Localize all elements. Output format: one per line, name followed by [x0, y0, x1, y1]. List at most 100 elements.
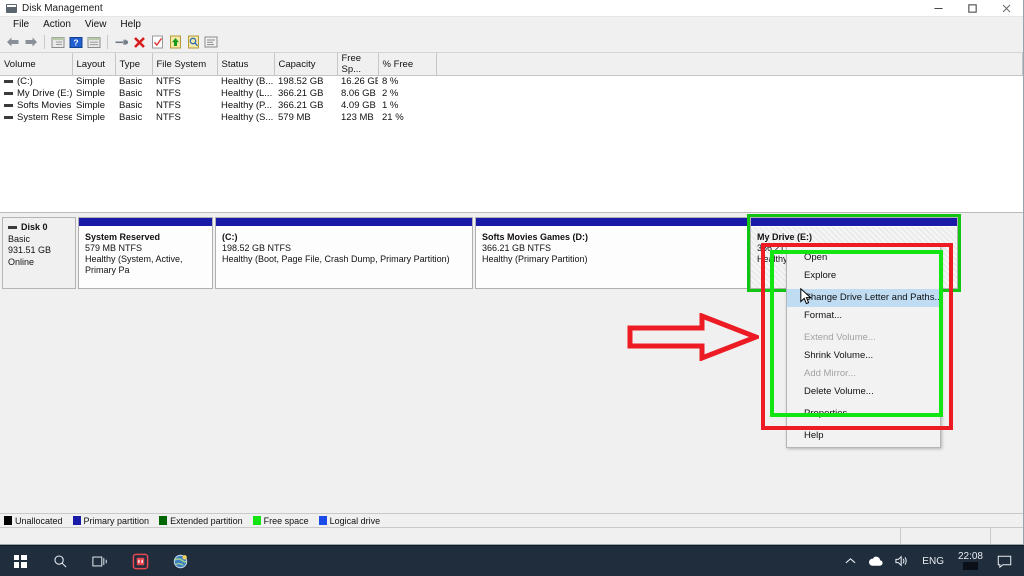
- cell-type: Basic: [119, 100, 143, 111]
- menu-file[interactable]: File: [6, 17, 36, 32]
- show-pane-icon[interactable]: [49, 33, 67, 51]
- legend-label: Free space: [263, 515, 309, 526]
- partition-name: System Reserved: [85, 232, 161, 242]
- language-indicator[interactable]: ENG: [916, 546, 950, 576]
- forward-arrow-icon[interactable]: [22, 33, 40, 51]
- legend-bar: Unallocated Primary partition Extended par…: [0, 513, 1023, 527]
- volume-icon: [4, 80, 13, 84]
- task-view-icon[interactable]: [80, 546, 120, 576]
- status-panel-3: [991, 528, 1023, 544]
- cell-status: Healthy (B...: [221, 76, 274, 88]
- menu-item-properties[interactable]: Properties: [787, 405, 940, 423]
- cell-pct: 8 %: [382, 76, 399, 88]
- globe-app-icon[interactable]: [160, 546, 200, 576]
- column-header-layout[interactable]: Layout: [72, 53, 116, 76]
- cell-pct: 1 %: [382, 100, 399, 111]
- red-app-icon[interactable]: [120, 546, 160, 576]
- column-header-status[interactable]: Status: [217, 53, 275, 76]
- delete-red-x-icon[interactable]: [130, 33, 148, 51]
- menu-view[interactable]: View: [78, 17, 114, 32]
- disk-info-panel[interactable]: Disk 0 Basic 931.51 GB Online: [2, 217, 76, 289]
- wrench-icon[interactable]: [112, 33, 130, 51]
- close-button[interactable]: [989, 0, 1023, 17]
- clock[interactable]: 22:08: [950, 546, 991, 576]
- cell-filler: [436, 88, 1023, 100]
- cell-layout: Simple: [76, 76, 106, 88]
- toolbar-separator: [107, 35, 108, 49]
- search-icon[interactable]: [40, 546, 80, 576]
- cell-fs: NTFS: [156, 88, 181, 99]
- status-bar: [0, 527, 1023, 544]
- legend-item: Primary partition: [72, 516, 149, 526]
- window-titlebar: Disk Management: [0, 0, 1023, 17]
- minimize-button[interactable]: [921, 0, 955, 17]
- partition-body: Softs Movies Games (D:) 366.21 GB NTFS Hea…: [476, 227, 747, 288]
- menu-item-open[interactable]: Open: [787, 249, 940, 267]
- volume-icon[interactable]: [889, 546, 916, 576]
- search-document-icon[interactable]: [184, 33, 202, 51]
- cell-filler: [436, 112, 1023, 124]
- volume-table: Volume Layout Type File System Status Ca…: [0, 53, 1023, 124]
- volume-name: (C:): [17, 76, 33, 88]
- toolbar-separator: [44, 35, 45, 49]
- legend-item: Unallocated: [4, 516, 63, 526]
- column-header-capacity[interactable]: Capacity: [274, 53, 338, 76]
- disk-icon: [8, 226, 17, 230]
- legend-label: Logical drive: [329, 515, 381, 526]
- cell-pct: 2 %: [382, 88, 399, 99]
- cell-filler: [436, 76, 1023, 88]
- partition-2[interactable]: Softs Movies Games (D:) 366.21 GB NTFS Hea…: [475, 217, 748, 289]
- column-header-type[interactable]: Type: [115, 53, 153, 76]
- column-header-percent-free[interactable]: % Free: [378, 53, 437, 76]
- properties-icon[interactable]: [202, 33, 220, 51]
- volume-table-header-row: Volume Layout Type File System Status Ca…: [0, 53, 1023, 76]
- volume-icon: [4, 104, 13, 107]
- cell-volume: System Reserved: [0, 112, 72, 124]
- maximize-button[interactable]: [955, 0, 989, 17]
- legend-swatch: [252, 516, 261, 525]
- check-document-icon[interactable]: [148, 33, 166, 51]
- partition-status: Healthy (Primary Partition): [482, 254, 588, 264]
- toolbar: ?: [0, 32, 1023, 53]
- table-row[interactable]: Softs Movies Gam... Simple Basic NTFS Health…: [0, 100, 1023, 112]
- green-up-arrow-icon[interactable]: [166, 33, 184, 51]
- show-hidden-icons-chevron[interactable]: [839, 546, 862, 576]
- menu-action[interactable]: Action: [36, 17, 78, 32]
- cell-fs: NTFS: [156, 112, 181, 123]
- menu-item-format[interactable]: Format...: [787, 307, 940, 325]
- menu-item-explore[interactable]: Explore: [787, 267, 940, 285]
- partition-1[interactable]: (C:) 198.52 GB NTFS Healthy (Boot, Page Fi…: [215, 217, 473, 289]
- mouse-cursor: [800, 288, 812, 305]
- partition-0[interactable]: System Reserved 579 MB NTFS Healthy (Syste…: [78, 217, 213, 289]
- help-icon[interactable]: ?: [67, 33, 85, 51]
- column-header-free-space[interactable]: Free Sp...: [337, 53, 379, 76]
- menu-item-delete-volume[interactable]: Delete Volume...: [787, 383, 940, 401]
- legend-label: Extended partition: [170, 515, 243, 526]
- cell-capacity: 366.21 GB: [278, 88, 324, 99]
- onedrive-icon[interactable]: [862, 546, 889, 576]
- column-header-volume[interactable]: Volume: [0, 53, 73, 76]
- cell-free: 123 MB: [341, 112, 374, 123]
- partition-color-band: [79, 218, 212, 227]
- volume-context-menu[interactable]: Open Explore Change Drive Letter and Paths…: [786, 246, 942, 448]
- action-center-icon[interactable]: [991, 546, 1018, 576]
- column-header-file-system[interactable]: File System: [152, 53, 218, 76]
- legend-item: Free space: [252, 515, 309, 526]
- menu-item-help[interactable]: Help: [787, 427, 940, 445]
- cell-type: Basic: [119, 112, 143, 123]
- screen: ENG 22:08 Disk Management File Action Vi…: [0, 0, 1024, 576]
- disk-type: Basic: [8, 233, 31, 244]
- menu-item-shrink-volume[interactable]: Shrink Volume...: [787, 347, 940, 365]
- cell-status: Healthy (L...: [221, 88, 273, 99]
- windows-start-icon[interactable]: [0, 546, 40, 576]
- back-arrow-icon[interactable]: [4, 33, 22, 51]
- show-list-icon[interactable]: [85, 33, 103, 51]
- disk-name: Disk 0: [21, 222, 48, 232]
- menu-help[interactable]: Help: [113, 17, 148, 32]
- cell-status: Healthy (S...: [221, 112, 274, 123]
- table-row[interactable]: My Drive (E:) Simple Basic NTFS Healthy (L..…: [0, 88, 1023, 100]
- table-row[interactable]: (C:) Simple Basic NTFS Healthy (B... 198.52 G…: [0, 76, 1023, 88]
- partition-body: System Reserved 579 MB NTFS Healthy (Syste…: [79, 227, 212, 288]
- volume-name: Softs Movies Gam...: [17, 100, 72, 111]
- table-row[interactable]: System Reserved Simple Basic NTFS Healthy (S…: [0, 112, 1023, 124]
